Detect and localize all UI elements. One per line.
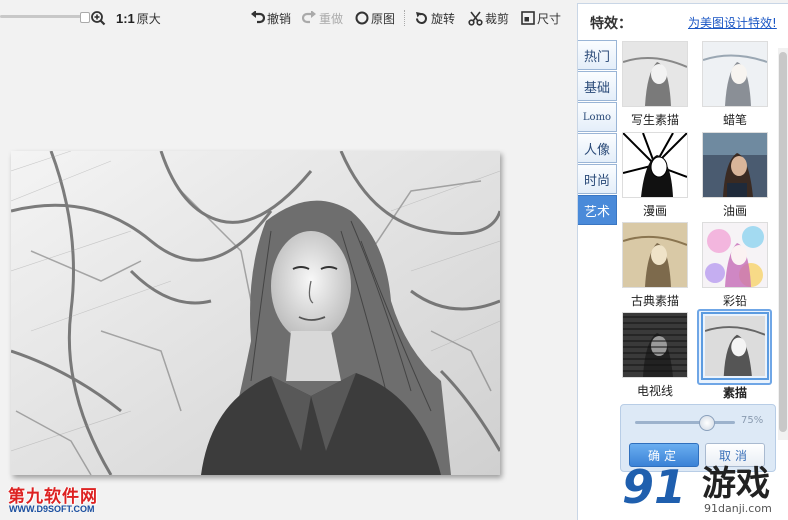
resize-icon — [521, 11, 535, 25]
zoom-slider-thumb[interactable] — [80, 12, 90, 23]
effect-name: 漫画 — [642, 204, 667, 218]
panel-title: 特效： — [590, 16, 632, 32]
sketch-portrait-image — [11, 151, 500, 475]
tab-lomo[interactable]: Lomo — [578, 102, 617, 132]
strength-slider-knob[interactable] — [699, 415, 715, 431]
original-image-label: 原图 — [371, 11, 396, 26]
effect-name: 素描 — [722, 386, 747, 400]
color-pencil-portrait-thumb-icon — [702, 222, 768, 288]
zoom-in-button[interactable] — [90, 9, 106, 27]
oil-painting-portrait-thumb-icon — [702, 132, 768, 198]
effect-name: 蜡笔 — [722, 113, 747, 127]
tab-hot[interactable]: 热门 — [578, 40, 617, 70]
effect-crayon[interactable]: 蜡笔 — [699, 41, 771, 128]
tab-basic[interactable]: 基础 — [578, 71, 617, 101]
rotate-label: 旋转 — [431, 11, 456, 26]
circle-icon — [355, 11, 369, 25]
effect-color-pencil[interactable]: 彩铅 — [699, 222, 771, 309]
strength-slider-track[interactable] — [635, 421, 735, 424]
91danji-logo: 91 — [622, 460, 687, 514]
tab-art[interactable]: 艺术 — [578, 195, 617, 225]
rotate-button[interactable]: 旋转 — [414, 9, 455, 27]
resize-label: 尺寸 — [537, 11, 562, 26]
rotate-icon — [415, 11, 427, 24]
resize-button[interactable]: 尺寸 — [521, 9, 561, 27]
crop-label: 裁剪 — [485, 11, 510, 26]
redo-icon — [302, 11, 316, 24]
effects-scrollbar-thumb[interactable] — [779, 52, 787, 432]
redo-label: 重做 — [319, 11, 344, 26]
undo-button[interactable]: 撤销 — [250, 9, 291, 27]
comic-portrait-thumb-icon — [622, 132, 688, 198]
classic-sketch-portrait-thumb-icon — [622, 222, 688, 288]
d9soft-watermark: 第九软件网 WWW.D9SOFT.COM — [7, 482, 117, 516]
tab-portrait[interactable]: 人像 — [578, 133, 617, 163]
effect-oil-painting[interactable]: 油画 — [699, 132, 771, 219]
crop-button[interactable]: 裁剪 — [468, 9, 509, 27]
effect-name: 写生素描 — [630, 113, 679, 127]
effect-classic-sketch[interactable]: 古典素描 — [619, 222, 691, 309]
toolbar-divider — [404, 10, 405, 26]
original-size-button[interactable]: 1:1 原大 — [116, 9, 161, 27]
effects-panel: 特效： 为美图设计特效! 热门 基础 Lomo 人像 时尚 艺术 写生素描 蜡笔… — [577, 3, 788, 520]
zoom-slider-track[interactable] — [0, 15, 84, 18]
undo-icon — [251, 11, 265, 24]
design-effects-link[interactable]: 为美图设计特效! — [688, 14, 777, 31]
effect-name: 古典素描 — [630, 294, 679, 308]
scissors-icon — [468, 11, 483, 26]
pencil-sketch-portrait-thumb-icon — [701, 312, 769, 380]
undo-label: 撤销 — [267, 11, 292, 26]
effect-comic[interactable]: 漫画 — [619, 132, 691, 219]
tab-fashion[interactable]: 时尚 — [578, 164, 617, 194]
effects-scrollbar[interactable] — [778, 48, 788, 440]
d9soft-watermark-url: WWW.D9SOFT.COM — [9, 504, 95, 514]
crayon-portrait-thumb-icon — [702, 41, 768, 107]
effect-name: 彩铅 — [722, 294, 747, 308]
redo-button[interactable]: 重做 — [302, 9, 343, 27]
91danji-watermark-url: 91danji.com — [704, 502, 772, 515]
edited-photo — [11, 151, 500, 475]
zoom-ratio-label: 1:1 — [116, 10, 135, 26]
91danji-watermark: 91 游戏 91danji.com — [622, 462, 788, 519]
effect-tv-lines[interactable]: 电视线 — [619, 312, 691, 399]
original-image-button[interactable]: 原图 — [355, 9, 395, 27]
tv-lines-portrait-thumb-icon — [622, 312, 688, 378]
effect-name: 油画 — [722, 204, 747, 218]
sketch-portrait-thumb-icon — [622, 41, 688, 107]
zoom-in-icon — [91, 11, 106, 26]
original-size-label: 原大 — [136, 11, 161, 26]
strength-value: 75% — [741, 415, 764, 426]
effect-name: 电视线 — [636, 384, 673, 398]
effect-pencil-sketch[interactable]: 素描 — [699, 312, 771, 401]
91danji-watermark-text: 游戏 — [702, 464, 770, 504]
effect-sketch-drawing[interactable]: 写生素描 — [619, 41, 691, 128]
